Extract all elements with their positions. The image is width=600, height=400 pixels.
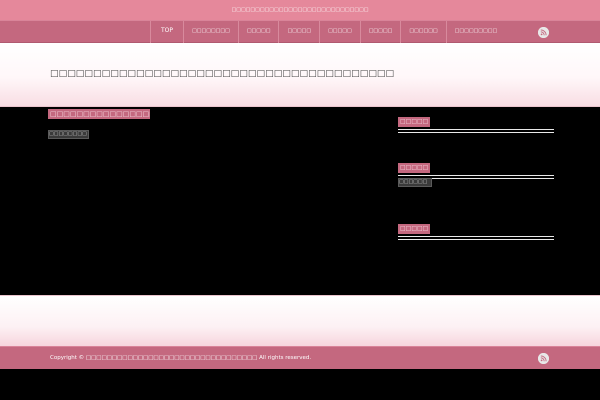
nav-item-6[interactable]: □□□□□□ (400, 21, 445, 44)
copyright-prefix: Copyright © (50, 355, 85, 361)
widget-divider (398, 239, 554, 240)
main-content: □□□□□□□□□□□□□□□□ □□□□□□□□ □□□□□ □□□□□ □□… (0, 107, 600, 294)
post-meta-box: □□□□□□□□ (48, 130, 89, 139)
nav-item-4[interactable]: □□□□□ (319, 21, 360, 44)
widget-divider (398, 236, 554, 237)
copyright-suffix: All rights reserved. (259, 355, 312, 361)
site-title[interactable]: □□□□□□□□□□□□□□□□□□□□□□□□□□□□□□□□□□□□□□□□ (50, 69, 394, 79)
footer-bar: Copyright © □□□□□□□□□□□□□□□□□□□□□□□□□□□□… (0, 346, 600, 369)
sidebar-widget-3: □□□□□ (398, 215, 554, 240)
nav-item-1[interactable]: □□□□□□□□ (183, 21, 238, 44)
top-banner: □□□□□□□□□□□□□□□□□□□□□□□□□□□□□ (0, 0, 600, 20)
footer-area (0, 295, 600, 347)
nav-item-7[interactable]: □□□□□□□□□ (445, 21, 506, 44)
banner-text: □□□□□□□□□□□□□□□□□□□□□□□□□□□□□ (231, 7, 369, 13)
nav-item-top[interactable]: TOP (150, 21, 183, 44)
widget-divider (398, 132, 554, 133)
widget-heading: □□□□□ (398, 224, 431, 234)
widget-heading: □□□□□ (398, 117, 431, 127)
widget-heading: □□□□□ (398, 163, 431, 173)
nav-menu: TOP □□□□□□□□ □□□□□ □□□□□ □□□□□ □□□□□ □□□… (150, 21, 505, 44)
rss-icon[interactable] (538, 353, 549, 364)
nav-item-5[interactable]: □□□□□ (359, 21, 401, 44)
bottom-band (0, 369, 600, 400)
site-header: □□□□□□□□□□□□□□□□□□□□□□□□□□□□□□□□□□□□□□□□ (0, 43, 600, 107)
nav-item-3[interactable]: □□□□□ (278, 21, 319, 44)
copyright-text: Copyright © □□□□□□□□□□□□□□□□□□□□□□□□□□□□… (50, 347, 311, 369)
rss-icon[interactable] (538, 27, 549, 38)
post-title[interactable]: □□□□□□□□□□□□□□□□ (48, 109, 150, 119)
copyright-site-name[interactable]: □□□□□□□□□□□□□□□□□□□□□□□□□□□□□□□□□ (86, 355, 258, 361)
nav-bar: TOP □□□□□□□□ □□□□□ □□□□□ □□□□□ □□□□□ □□□… (0, 20, 600, 44)
sidebar-widget-1: □□□□□ (398, 108, 554, 133)
widget-select-box[interactable]: □□□□□□ (398, 178, 432, 187)
nav-item-2[interactable]: □□□□□ (237, 21, 279, 44)
widget-divider (398, 129, 554, 130)
widget-divider (398, 175, 554, 176)
sidebar-widget-2: □□□□□ (398, 154, 554, 179)
